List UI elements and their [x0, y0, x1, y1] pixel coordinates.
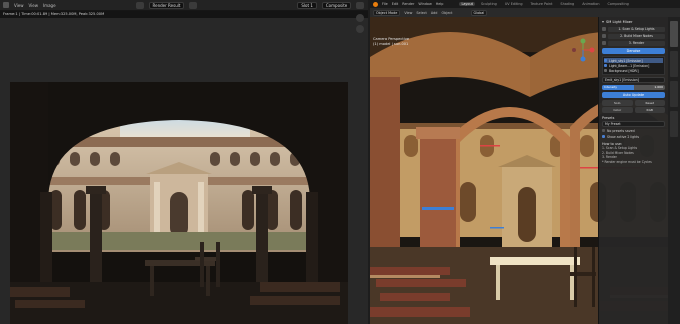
step-2-icon: [602, 34, 606, 38]
howto-line-4: * Render engine must be Cycles: [602, 159, 652, 164]
step-row-3[interactable]: 3. Render: [602, 40, 665, 46]
image-editor: View View Image Render Result Slot 1 Com…: [0, 0, 368, 324]
presets-heading: Presets: [602, 116, 615, 120]
intensity-value: 1.000: [654, 84, 663, 89]
layer-select[interactable]: Composite: [321, 1, 352, 9]
image-browse-icon[interactable]: [135, 1, 144, 9]
selected-light-name[interactable]: Emit_sky1 [Emission]: [602, 77, 665, 83]
menu-file[interactable]: File: [382, 2, 388, 6]
panel-header[interactable]: SM Light Mixer: [602, 19, 665, 25]
lights-list: Light_sky1 [Emission] Light_Beam...1 [Em…: [602, 56, 665, 75]
blender-window: View View Image Render Result Slot 1 Com…: [0, 0, 680, 324]
menu-view[interactable]: View: [14, 3, 24, 8]
viewport-subtitle: (1) model | sun.001: [373, 42, 409, 46]
viewport-info: Camera Perspective (1) model | sun.001: [373, 37, 409, 47]
display-channels-icon[interactable]: [356, 1, 365, 9]
menu-render[interactable]: Render: [402, 2, 414, 6]
menu-help[interactable]: Help: [436, 2, 444, 6]
tab-light-mixer[interactable]: [670, 21, 678, 47]
show-active-label: Show active 2 lights: [607, 134, 640, 139]
top-bar: File Edit Render Window Help Layout Scul…: [370, 0, 680, 8]
step-row-1[interactable]: 1. Scan & Setup Lights: [602, 26, 665, 32]
list-item[interactable]: Background [HDRI]: [604, 68, 663, 73]
image-view-tools: [356, 14, 364, 33]
denoise-button[interactable]: Denoise: [602, 48, 665, 54]
tab-compositing[interactable]: Compositing: [606, 2, 631, 6]
mode-select[interactable]: Object Mode: [373, 9, 401, 16]
tab-uv-editing[interactable]: UV Editing: [503, 2, 525, 6]
pin-icon[interactable]: [189, 1, 198, 9]
solo-reset-row: Solo Reset: [602, 100, 665, 106]
panel-title: SM Light Mixer: [606, 20, 633, 24]
step-2-button[interactable]: 2. Build Mixer Nodes: [608, 33, 665, 39]
color-mode-select[interactable]: RGB: [634, 107, 665, 113]
list-item-label: Light_sky1 [Emission]: [609, 58, 643, 63]
show-active-row[interactable]: Show active 2 lights: [602, 134, 665, 139]
no-presets-text: No presets saved: [607, 128, 635, 133]
menu-window[interactable]: Window: [418, 2, 431, 6]
step-3-button[interactable]: 3. Render: [608, 40, 665, 46]
solo-button[interactable]: Solo: [602, 100, 633, 106]
menu-select[interactable]: Select: [416, 11, 426, 15]
tab-sculpting[interactable]: Sculpting: [479, 2, 499, 6]
auto-update-button[interactable]: Auto Update: [602, 92, 665, 98]
render-stats: Frame:1 | Time:00:01.89 | Mem:325.00M, P…: [0, 11, 368, 18]
pan-icon[interactable]: [356, 25, 364, 33]
render-result-image: [10, 82, 348, 324]
step-1-button[interactable]: 1. Scan & Setup Lights: [608, 26, 665, 32]
menu-image[interactable]: Image: [43, 3, 56, 8]
show-active-checkbox[interactable]: [602, 135, 605, 138]
step-3-icon: [602, 41, 606, 45]
tab-layout[interactable]: Layout: [459, 2, 475, 6]
zoom-icon[interactable]: [356, 14, 364, 22]
navigation-gizmo-icon[interactable]: [570, 37, 596, 63]
image-editor-header: View View Image Render Result Slot 1 Com…: [0, 0, 368, 11]
menu-add[interactable]: Add: [431, 11, 438, 15]
chevron-down-icon: [602, 21, 604, 23]
light-enabled-checkbox[interactable]: [604, 59, 607, 62]
list-item-label: Background [HDRI]: [609, 68, 639, 73]
color-label: Color: [602, 107, 633, 113]
light-enabled-checkbox[interactable]: [604, 69, 607, 72]
image-name-field[interactable]: Render Result: [148, 1, 185, 9]
tab-item[interactable]: [670, 51, 678, 77]
light-enabled-checkbox[interactable]: [604, 64, 607, 67]
preset-name-field[interactable]: My Preset: [602, 121, 665, 127]
intensity-row: Intensity 1.000: [602, 84, 665, 90]
list-item-label: Light_Beam...1 [Emission]: [609, 63, 650, 68]
tab-shading[interactable]: Shading: [558, 2, 576, 6]
no-presets-row: No presets saved: [602, 128, 665, 133]
step-1-icon: [602, 27, 606, 31]
menu-view-2[interactable]: View: [29, 3, 39, 8]
intensity-slider[interactable]: Intensity 1.000: [602, 84, 665, 90]
step-row-2[interactable]: 2. Build Mixer Nodes: [602, 33, 665, 39]
tab-animation[interactable]: Animation: [580, 2, 601, 6]
editor-type-icon[interactable]: [3, 2, 9, 8]
cloister-render: [10, 82, 348, 324]
info-icon: [602, 129, 605, 132]
color-row: Color RGB: [602, 107, 665, 113]
intensity-label: Intensity: [604, 84, 618, 89]
slot-select[interactable]: Slot 1: [297, 1, 317, 9]
tab-view[interactable]: [670, 111, 678, 137]
light-mixer-panel: SM Light Mixer 1. Scan & Setup Lights 2.…: [598, 17, 668, 324]
reset-button[interactable]: Reset: [634, 100, 665, 106]
tab-tool[interactable]: [670, 81, 678, 107]
tab-texture-paint[interactable]: Texture Paint: [529, 2, 555, 6]
menu-view-3d[interactable]: View: [404, 11, 412, 15]
viewport-header: Object Mode View Select Add Object Globa…: [370, 8, 680, 17]
transform-orientation-select[interactable]: Global: [470, 9, 488, 16]
menu-edit[interactable]: Edit: [392, 2, 399, 6]
blender-logo-icon[interactable]: [373, 1, 378, 7]
menu-object[interactable]: Object: [441, 11, 452, 15]
sidebar-tabs: [668, 17, 680, 324]
